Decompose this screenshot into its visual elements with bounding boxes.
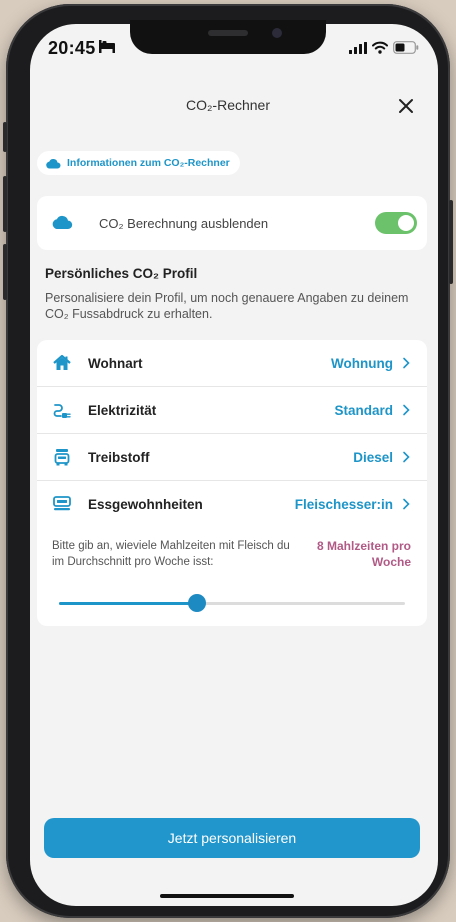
- setting-value: Wohnung: [331, 355, 393, 371]
- setting-label: Essgewohnheiten: [88, 496, 203, 512]
- chevron-right-icon: [403, 498, 410, 510]
- co2-toggle-card: CO₂ Berechnung ausblenden: [37, 196, 427, 250]
- meals-answer: 8 Mahlzeiten pro Woche: [316, 539, 411, 569]
- power-button: [449, 200, 453, 284]
- switch-knob: [398, 215, 414, 231]
- setting-label: Elektrizität: [88, 402, 157, 418]
- setting-value: Standard: [334, 402, 393, 418]
- battery-icon: [393, 41, 419, 54]
- mute-switch: [3, 122, 7, 152]
- fuel-icon: [54, 449, 70, 466]
- setting-row-elektrizitaet[interactable]: Elektrizität Standard: [37, 387, 427, 434]
- setting-row-treibstoff[interactable]: Treibstoff Diesel: [37, 434, 427, 481]
- setting-row-essgewohnheiten[interactable]: Essgewohnheiten Fleischesser:in: [37, 481, 427, 527]
- profile-description: Personalisiere dein Profil, um noch gena…: [45, 291, 409, 321]
- home-indicator: [160, 894, 294, 898]
- co2-toggle-label: CO₂ Berechnung ausblenden: [99, 215, 269, 231]
- bed-icon: [99, 40, 115, 53]
- page-title: CO₂-Rechner: [185, 97, 270, 113]
- volume-down-button: [3, 244, 7, 300]
- cloud-icon: [52, 215, 73, 229]
- setting-value: Diesel: [353, 449, 393, 465]
- meals-slider[interactable]: [59, 594, 405, 614]
- front-camera: [272, 28, 282, 38]
- plug-icon: [53, 404, 71, 418]
- info-link-label: Informationen zum CO₂-Rechner: [67, 157, 230, 169]
- meals-question: Bitte gib an, wieviele Mahlzeiten mit Fl…: [52, 540, 290, 568]
- setting-row-wohnart[interactable]: Wohnart Wohnung: [37, 340, 427, 387]
- co2-toggle-switch[interactable]: [375, 212, 417, 234]
- chevron-right-icon: [403, 357, 410, 369]
- setting-label: Treibstoff: [88, 449, 150, 465]
- cloud-icon: [46, 158, 61, 168]
- speaker: [208, 30, 248, 36]
- wifi-icon: [372, 41, 388, 54]
- profile-title: Persönliches CO₂ Profil: [45, 266, 198, 281]
- signal-icon: [349, 42, 367, 54]
- profile-settings-card: Wohnart Wohnung Elektrizität Standard Tr…: [37, 340, 427, 626]
- notch: [130, 20, 326, 54]
- slider-fill: [59, 602, 198, 605]
- house-icon: [53, 354, 71, 370]
- chevron-right-icon: [403, 404, 410, 416]
- info-link[interactable]: Informationen zum CO₂-Rechner: [37, 151, 240, 175]
- food-icon: [53, 496, 71, 511]
- slider-thumb[interactable]: [188, 594, 207, 612]
- volume-up-button: [3, 176, 7, 232]
- setting-value: Fleischesser:in: [294, 496, 393, 512]
- chevron-right-icon: [403, 451, 410, 463]
- personalize-button[interactable]: Jetzt personalisieren: [44, 818, 420, 858]
- status-time: 20:45: [48, 38, 96, 58]
- close-icon[interactable]: [394, 94, 418, 118]
- setting-label: Wohnart: [88, 355, 143, 371]
